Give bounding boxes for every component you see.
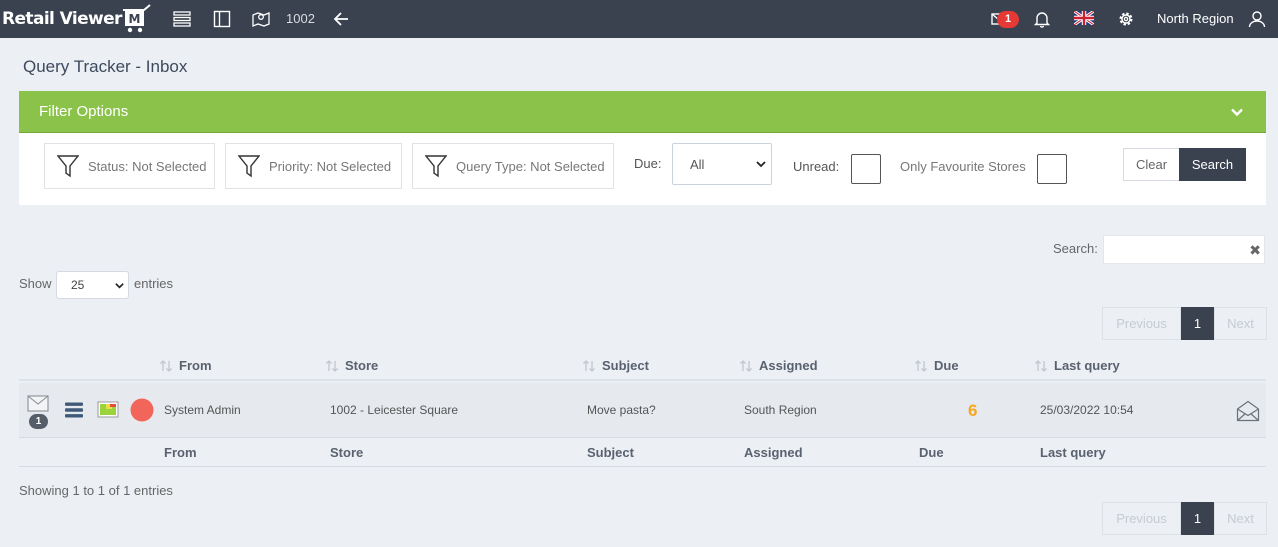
table-footer: From Store Subject Assigned Due Last que… (19, 439, 1266, 467)
table-search-label: Search: (1053, 241, 1098, 256)
funnel-icon (238, 155, 260, 178)
unread-label: Unread: (793, 159, 840, 174)
sort-icon (583, 359, 595, 372)
page-1-button[interactable]: 1 (1181, 502, 1214, 535)
brand-name: Retail Viewer (2, 9, 122, 29)
unread-checkbox[interactable] (851, 154, 881, 184)
cart-logo-icon: M (122, 4, 151, 33)
footer-store: Store (330, 445, 364, 460)
column-header-last-query[interactable]: Last query (1034, 358, 1120, 373)
back-arrow-icon[interactable] (332, 9, 352, 29)
sort-icon (160, 359, 172, 372)
row-store: 1002 - Leicester Square (330, 403, 459, 417)
uk-flag-icon[interactable] (1074, 11, 1094, 25)
row-from: System Admin (164, 403, 241, 417)
priority-indicator-icon (130, 398, 154, 422)
column-header-assigned[interactable]: Assigned (739, 358, 818, 373)
clear-button[interactable]: Clear (1123, 148, 1180, 181)
brand-letter: M (128, 12, 140, 26)
page-length-value: 25 (71, 278, 85, 292)
previous-page-button[interactable]: Previous (1102, 502, 1181, 535)
funnel-icon (57, 155, 79, 178)
sort-icon (915, 359, 927, 372)
column-header-subject[interactable]: Subject (582, 358, 649, 373)
priority-filter[interactable]: Priority: Not Selected (225, 143, 402, 189)
notification-badge[interactable]: 1 (997, 11, 1019, 28)
funnel-icon (425, 155, 447, 178)
favourite-stores-label: Only Favourite Stores (900, 159, 1026, 174)
chevron-down-icon (756, 161, 766, 168)
status-filter[interactable]: Status: Not Selected (44, 143, 215, 189)
favourite-stores-checkbox[interactable] (1037, 154, 1067, 184)
query-type-filter[interactable]: Query Type: Not Selected (412, 143, 614, 189)
due-select-value: All (690, 156, 705, 172)
chevron-down-icon (115, 283, 124, 289)
previous-page-button[interactable]: Previous (1102, 307, 1181, 340)
pagination-bottom: Previous 1 Next (1102, 502, 1267, 535)
top-bar: Retail Viewer M 1002 1 North Region (0, 0, 1278, 38)
column-header-from[interactable]: From (159, 358, 212, 373)
map-icon[interactable] (251, 9, 271, 29)
sort-icon (1035, 359, 1047, 372)
next-page-button[interactable]: Next (1214, 502, 1267, 535)
open-envelope-icon[interactable] (1236, 400, 1260, 422)
row-assigned: South Region (744, 403, 817, 417)
details-menu-icon[interactable] (65, 402, 83, 418)
sort-icon (740, 359, 752, 372)
page-length-select[interactable]: 25 (56, 271, 129, 299)
sidebar-icon[interactable] (212, 9, 232, 29)
clear-search-icon[interactable]: ✖ (1249, 242, 1261, 259)
row-due: 6 (968, 401, 978, 420)
table-row[interactable]: 1 System Admin 1002 - Leicester Square M… (19, 383, 1266, 438)
page-1-button[interactable]: 1 (1181, 307, 1214, 340)
next-page-button[interactable]: Next (1214, 307, 1267, 340)
footer-assigned: Assigned (744, 445, 803, 460)
table-header: From Store Subject Assigned Due Last que… (19, 352, 1266, 381)
filter-body: Status: Not Selected Priority: Not Selec… (19, 133, 1266, 205)
row-subject: Move pasta? (587, 403, 656, 417)
user-icon[interactable] (1247, 9, 1267, 29)
bell-icon[interactable] (1032, 9, 1052, 29)
row-last-query: 25/03/2022 10:54 (1040, 403, 1134, 417)
region-name[interactable]: North Region (1157, 11, 1234, 26)
table-search-input[interactable]: ✖ (1103, 235, 1265, 264)
gear-icon[interactable] (1116, 9, 1136, 29)
priority-filter-label: Priority: Not Selected (269, 158, 392, 174)
due-label: Due: (634, 156, 662, 171)
footer-due: Due (919, 445, 944, 460)
due-select[interactable]: All (672, 143, 772, 185)
column-header-due[interactable]: Due (914, 358, 959, 373)
filter-options-title: Filter Options (39, 103, 129, 120)
entries-label: entries (134, 276, 174, 291)
query-type-filter-label: Query Type: Not Selected (456, 158, 605, 174)
message-count-badge: 1 (29, 414, 48, 429)
brand-logo[interactable]: Retail Viewer M (2, 4, 152, 34)
page-title: Query Tracker - Inbox (23, 57, 188, 76)
filter-options-header[interactable]: Filter Options (19, 91, 1266, 133)
footer-last-query: Last query (1040, 445, 1106, 460)
envelope-icon[interactable] (27, 395, 49, 412)
footer-subject: Subject (587, 445, 634, 460)
chevron-down-icon[interactable] (1230, 105, 1244, 119)
table-info: Showing 1 to 1 of 1 entries (19, 483, 173, 498)
status-filter-label: Status: Not Selected (88, 158, 207, 174)
pagination-top: Previous 1 Next (1102, 307, 1267, 340)
list-icon[interactable] (172, 9, 192, 29)
search-button[interactable]: Search (1179, 148, 1246, 181)
footer-from: From (164, 445, 197, 460)
store-flag-icon[interactable] (97, 401, 119, 418)
show-label: Show (19, 276, 52, 291)
sort-icon (326, 359, 338, 372)
column-header-store[interactable]: Store (325, 358, 378, 373)
current-store-id: 1002 (286, 11, 315, 26)
